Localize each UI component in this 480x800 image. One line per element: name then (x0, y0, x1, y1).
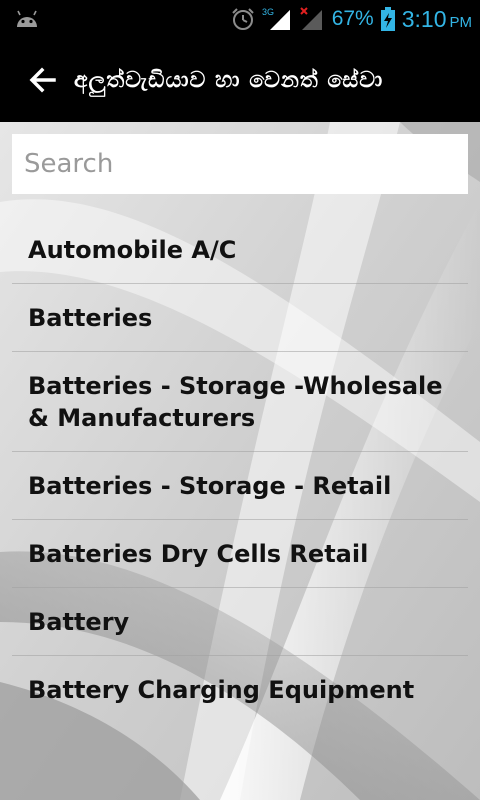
battery-charging-icon (380, 7, 395, 31)
list-item-label: Batteries - Storage -Wholesale & Manufac… (28, 371, 443, 432)
list-item[interactable]: Battery Charging Equipment (12, 656, 468, 724)
list-item[interactable]: Battery (12, 588, 468, 656)
list-item-label: Battery (28, 607, 130, 636)
action-bar: අලුත්වැඩියාව හා වෙනත් සේවා (0, 38, 480, 122)
category-list: Automobile A/C Batteries Batteries - Sto… (12, 216, 468, 724)
content-area: Automobile A/C Batteries Batteries - Sto… (0, 122, 480, 800)
list-item-label: Automobile A/C (28, 235, 237, 264)
android-notification-icon (17, 10, 37, 27)
list-item-label: Batteries (28, 303, 153, 332)
battery-percent: 67% (331, 7, 374, 30)
list-item[interactable]: Automobile A/C (12, 216, 468, 284)
alarm-clock-icon (231, 8, 254, 30)
list-item[interactable]: Batteries (12, 284, 468, 352)
back-arrow-icon[interactable] (28, 65, 58, 95)
list-item[interactable]: Batteries Dry Cells Retail (12, 520, 468, 588)
search-input[interactable] (22, 133, 458, 195)
list-item-label: Batteries Dry Cells Retail (28, 539, 369, 568)
ampm-text: PM (449, 13, 473, 31)
signal-3g-icon: 3G (262, 7, 290, 30)
page-title: අලුත්වැඩියාව හා වෙනත් සේවා (74, 67, 384, 93)
clock: 3:10 PM (402, 6, 472, 33)
list-item-label: Battery Charging Equipment (28, 676, 415, 704)
list-item[interactable]: Batteries - Storage - Retail (12, 452, 468, 520)
time-text: 3:10 (401, 5, 447, 32)
signal-no-service-icon (299, 7, 322, 30)
list-item[interactable]: Batteries - Storage -Wholesale & Manufac… (12, 352, 468, 452)
list-item-label: Batteries - Storage - Retail (28, 471, 392, 500)
status-bar: 3G 67% 3:10 PM (0, 0, 480, 38)
network-type-label: 3G (262, 7, 274, 17)
search-field[interactable] (12, 133, 468, 195)
